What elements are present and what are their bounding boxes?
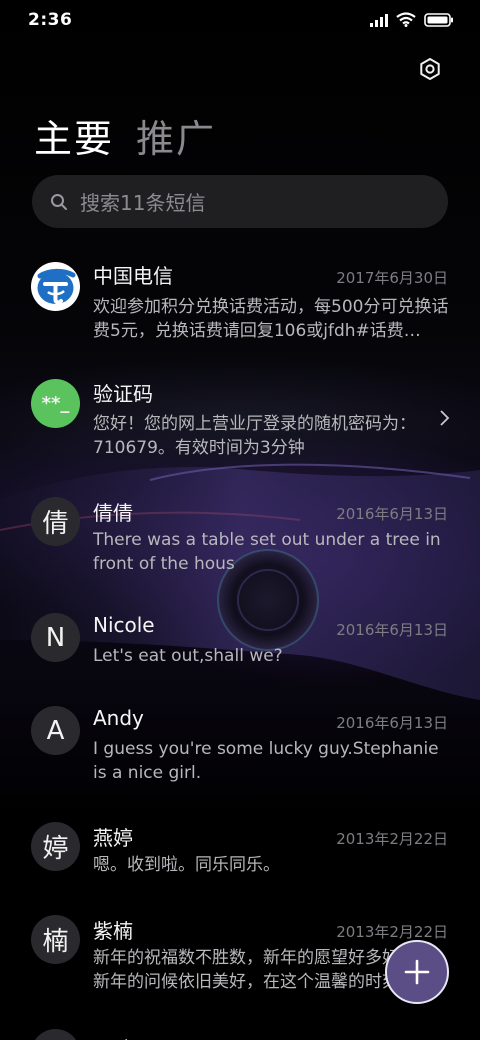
category-tabs: 主要 推广	[34, 108, 216, 163]
verification-avatar: **_	[31, 379, 80, 428]
message-preview: 嗯。收到啦。同乐同乐。	[93, 855, 280, 875]
conversation-item[interactable]: 婷 燕婷 2013年2月22日 嗯。收到啦。同乐同乐。	[0, 822, 480, 902]
tab-main[interactable]: 主要	[34, 108, 114, 163]
contact-name: 中国电信	[93, 264, 173, 288]
contact-avatar: 倩	[31, 497, 80, 546]
china-telecom-logo	[31, 262, 80, 311]
message-preview: 您好！您的网上营业厅登录的随机密码为：710679。有效时间为3分钟	[93, 414, 416, 458]
message-preview: I guess you're some lucky guy.Stephanie …	[93, 739, 439, 783]
conversation-item[interactable]: N Nicole 2016年6月13日 Let's eat out,shall …	[0, 613, 480, 693]
message-date: 2016年6月13日	[336, 621, 448, 639]
search-input[interactable]: 搜索11条短信	[32, 175, 448, 228]
status-icons	[370, 12, 454, 31]
contact-name: 子玲	[93, 1033, 133, 1040]
message-preview: 欢迎参加积分兑换话费活动，每500分可兑换话费5元，兑换话费请回复106或jfd…	[93, 297, 449, 341]
conversation-item[interactable]: A Andy 2016年6月13日 I guess you're some lu…	[0, 706, 480, 806]
contact-avatar: A	[31, 706, 80, 755]
message-date: 2013年2月22日	[336, 923, 448, 941]
contact-name: 验证码	[93, 382, 153, 406]
conversation-item[interactable]: 倩 倩倩 2016年6月13日 There was a table set ou…	[0, 497, 480, 597]
contact-name: 紫楠	[93, 919, 133, 943]
message-preview: There was a table set out under a tree i…	[93, 530, 441, 574]
contact-name: Nicole	[93, 613, 155, 637]
conversation-item[interactable]: 子玲	[0, 1025, 480, 1040]
conversation-item[interactable]: **_ 验证码 您好！您的网上营业厅登录的随机密码为：710679。有效时间为3…	[0, 379, 480, 479]
search-icon	[50, 193, 68, 211]
signal-icon	[370, 12, 388, 31]
contact-avatar: 婷	[31, 822, 80, 871]
battery-icon	[424, 12, 454, 31]
status-bar: 2:36	[0, 0, 480, 42]
search-placeholder: 搜索11条短信	[80, 191, 206, 215]
message-date: 2017年6月30日	[336, 269, 448, 287]
gear-icon	[420, 58, 440, 80]
plus-icon	[404, 959, 430, 985]
chevron-right-icon[interactable]	[438, 409, 450, 431]
message-date: 2016年6月13日	[336, 714, 448, 732]
tab-promotions[interactable]: 推广	[136, 108, 216, 163]
settings-button[interactable]	[416, 55, 444, 83]
messages-screen: 2:36 主要 推广 搜索11条短信 中国电信 2017年6月30日 欢迎参加积…	[0, 0, 480, 1040]
contact-avatar	[31, 1029, 80, 1040]
contact-name: 倩倩	[93, 501, 133, 525]
contact-name: Andy	[93, 706, 144, 730]
contact-avatar: 楠	[31, 915, 80, 964]
wifi-icon	[396, 12, 416, 31]
message-preview: Let's eat out,shall we?	[93, 646, 283, 666]
contact-avatar: N	[31, 613, 80, 662]
contact-name: 燕婷	[93, 826, 133, 850]
conversation-item[interactable]: 中国电信 2017年6月30日 欢迎参加积分兑换话费活动，每500分可兑换话费5…	[0, 260, 480, 365]
message-date: 2013年2月22日	[336, 830, 448, 848]
message-date: 2016年6月13日	[336, 505, 448, 523]
status-time: 2:36	[28, 10, 73, 30]
new-message-button[interactable]	[385, 940, 449, 1004]
